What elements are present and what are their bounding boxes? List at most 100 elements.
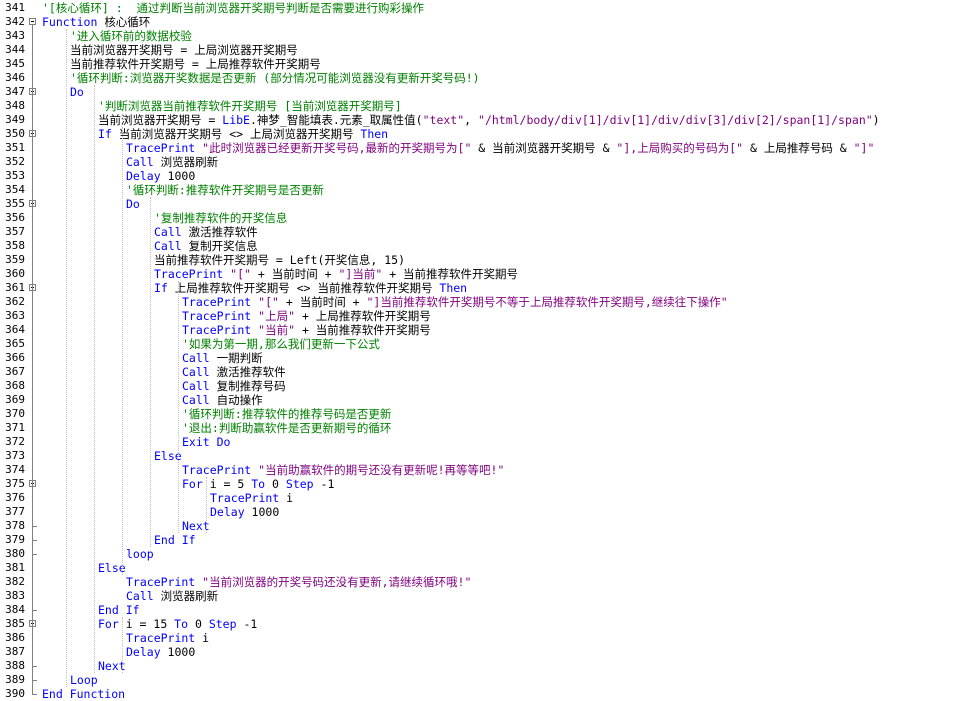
line-number: 375 — [5, 477, 25, 490]
line-number: 372 — [5, 435, 25, 448]
line-number: 383 — [5, 589, 25, 602]
code-line[interactable]: End If — [98, 603, 140, 617]
code-line[interactable]: '退出:判断助赢软件是否更新期号的循环 — [182, 421, 391, 435]
line-number: 355 — [5, 197, 25, 210]
keyword-token: Call — [154, 239, 189, 253]
keyword-token: End If — [154, 533, 196, 547]
code-line[interactable]: End If — [154, 533, 196, 547]
code-line[interactable]: '循环判断:推荐软件的推荐号码是否更新 — [182, 407, 391, 421]
code-line[interactable]: Delay 1000 — [126, 169, 195, 183]
fold-margin[interactable] — [27, 0, 39, 700]
line-number: 351 — [5, 141, 25, 154]
text-token: 一期判断 — [216, 351, 263, 365]
keyword-token: Then — [439, 281, 468, 295]
code-line[interactable]: TracePrint "当前浏览器的开奖号码还没有更新,请继续循环哦!" — [126, 575, 471, 589]
keyword-token: Call — [182, 393, 217, 407]
code-line[interactable]: '如果为第一期,那么我们更新一下公式 — [182, 337, 380, 351]
line-number: 387 — [5, 645, 25, 658]
line-number: 376 — [5, 491, 25, 504]
code-line[interactable]: TracePrint i — [210, 491, 293, 505]
comment-token: '复制推荐软件的开奖信息 — [154, 211, 288, 225]
code-line[interactable]: End Function — [42, 687, 125, 700]
code-area[interactable]: '[核心循环] : 通过判断当前浏览器开奖期号判断是否需要进行购彩操作 Funct… — [42, 0, 967, 700]
fold-toggle-icon[interactable] — [29, 18, 36, 25]
comment-token: '循环判断:推荐软件开奖期号是否更新 — [126, 183, 324, 197]
code-line[interactable]: Call 激活推荐软件 — [154, 225, 258, 239]
keyword-token: TracePrint — [182, 309, 259, 323]
text-token: + 当前推荐软件开奖期号 — [382, 267, 519, 281]
code-line[interactable]: 当前浏览器开奖期号 = LibE.神梦_智能填表.元素_取属性值("text",… — [98, 113, 880, 127]
keyword-token: Call — [182, 365, 217, 379]
code-line[interactable]: Do — [70, 85, 84, 99]
code-line[interactable]: Call 浏览器刷新 — [126, 589, 218, 603]
code-line[interactable]: 当前推荐软件开奖期号 = 上局推荐软件开奖期号 — [70, 57, 321, 71]
indent-guide — [122, 127, 124, 575]
code-line[interactable]: '循环判断:推荐软件开奖期号是否更新 — [126, 183, 324, 197]
code-line[interactable]: Delay 1000 — [126, 645, 195, 659]
line-number: 369 — [5, 393, 25, 406]
code-line[interactable]: TracePrint "[" + 当前时间 + "]当前推荐软件开奖期号不等于上… — [182, 295, 728, 309]
code-line[interactable]: If 上局推荐软件开奖期号 <> 当前推荐软件开奖期号 Then — [154, 281, 467, 295]
code-line[interactable]: Delay 1000 — [210, 505, 279, 519]
string-token: "上局" — [258, 309, 296, 323]
comment-token: '如果为第一期,那么我们更新一下公式 — [182, 337, 380, 351]
code-editor[interactable]: 341 342 343 344 345 346 347 348 349 350 351 352 353 3… — [0, 0, 967, 700]
code-line[interactable]: Call 自动操作 — [182, 393, 263, 407]
line-number: 367 — [5, 365, 25, 378]
keyword-token: Call — [126, 589, 161, 603]
fold-end-marker — [32, 694, 37, 695]
keyword-token: TracePrint — [126, 631, 203, 645]
line-number: 352 — [5, 155, 25, 168]
line-number: 384 — [5, 603, 25, 616]
code-line[interactable]: '复制推荐软件的开奖信息 — [154, 211, 287, 225]
keyword-token: TracePrint — [182, 463, 259, 477]
code-line[interactable]: '循环判断:浏览器开奖数据是否更新 (部分情况可能浏览器没有更新开奖号码!) — [70, 71, 480, 85]
code-line[interactable]: If 当前浏览器开奖期号 <> 上局浏览器开奖期号 Then — [98, 127, 388, 141]
code-line[interactable]: 当前浏览器开奖期号 = 上局浏览器开奖期号 — [70, 43, 298, 57]
code-line[interactable]: '进入循环前的数据校验 — [70, 29, 192, 43]
code-line[interactable]: Call 激活推荐软件 — [182, 365, 286, 379]
line-number: 348 — [5, 99, 25, 112]
comment-token: '[核心循环] : 通过判断当前浏览器开奖期号判断是否需要进行购彩操作 — [42, 1, 424, 15]
code-line[interactable]: TracePrint "上局" + 上局推荐软件开奖期号 — [182, 309, 431, 323]
keyword-token: Loop — [70, 673, 98, 687]
keyword-token: If — [154, 281, 175, 295]
code-line[interactable]: Call 浏览器刷新 — [126, 155, 218, 169]
code-line[interactable]: TracePrint "此时浏览器已经更新开奖号码,最新的开奖期号为[" & 当… — [126, 141, 874, 155]
code-line[interactable]: '[核心循环] : 通过判断当前浏览器开奖期号判断是否需要进行购彩操作 — [42, 1, 424, 15]
line-number: 361 — [5, 281, 25, 294]
line-number-gutter: 341 342 343 344 345 346 347 348 349 350 351 352 353 3… — [0, 0, 27, 700]
keyword-token: Delay — [126, 169, 168, 183]
code-line[interactable]: TracePrint i — [126, 631, 209, 645]
keyword-token: To — [251, 477, 273, 491]
indent-guide — [150, 197, 152, 547]
indent-guide — [66, 29, 68, 687]
text-token: .神梦_智能填表.元素_取属性值( — [249, 113, 423, 127]
code-line[interactable]: TracePrint "当前" + 当前推荐软件开奖期号 — [182, 323, 431, 337]
keyword-token: Delay — [126, 645, 168, 659]
code-line[interactable]: 当前推荐软件开奖期号 = Left(开奖信息, 15) — [154, 253, 405, 267]
string-token: "当前助赢软件的期号还没有更新呢!再等等吧!" — [258, 463, 505, 477]
code-line[interactable]: Do — [126, 197, 140, 211]
code-line[interactable]: TracePrint "[" + 当前时间 + "]当前" + 当前推荐软件开奖… — [154, 267, 518, 281]
code-line[interactable]: For i = 5 To 0 Step -1 — [182, 477, 334, 491]
indent-guide — [94, 85, 96, 673]
line-number: 371 — [5, 421, 25, 434]
text-token: i — [202, 631, 210, 645]
code-line[interactable]: Exit Do — [182, 435, 230, 449]
code-line[interactable]: loop — [126, 547, 154, 561]
code-line[interactable]: '判断浏览器当前推荐软件开奖期号 [当前浏览器开奖期号] — [98, 99, 402, 113]
code-line[interactable]: Loop — [70, 673, 98, 687]
keyword-token: Call — [182, 351, 217, 365]
keyword-token: TracePrint — [210, 491, 287, 505]
keyword-token: TracePrint — [182, 295, 259, 309]
code-line[interactable]: Call 复制推荐号码 — [182, 379, 286, 393]
code-line[interactable]: Call 复制开奖信息 — [154, 239, 258, 253]
keyword-token: End Function — [42, 687, 126, 700]
code-line[interactable]: TracePrint "当前助赢软件的期号还没有更新呢!再等等吧!" — [182, 463, 504, 477]
line-number: 359 — [5, 253, 25, 266]
line-number: 358 — [5, 239, 25, 252]
keyword-token: TracePrint — [126, 575, 203, 589]
code-line[interactable]: Function 核心循环 — [42, 15, 150, 29]
code-line[interactable]: Call 一期判断 — [182, 351, 263, 365]
